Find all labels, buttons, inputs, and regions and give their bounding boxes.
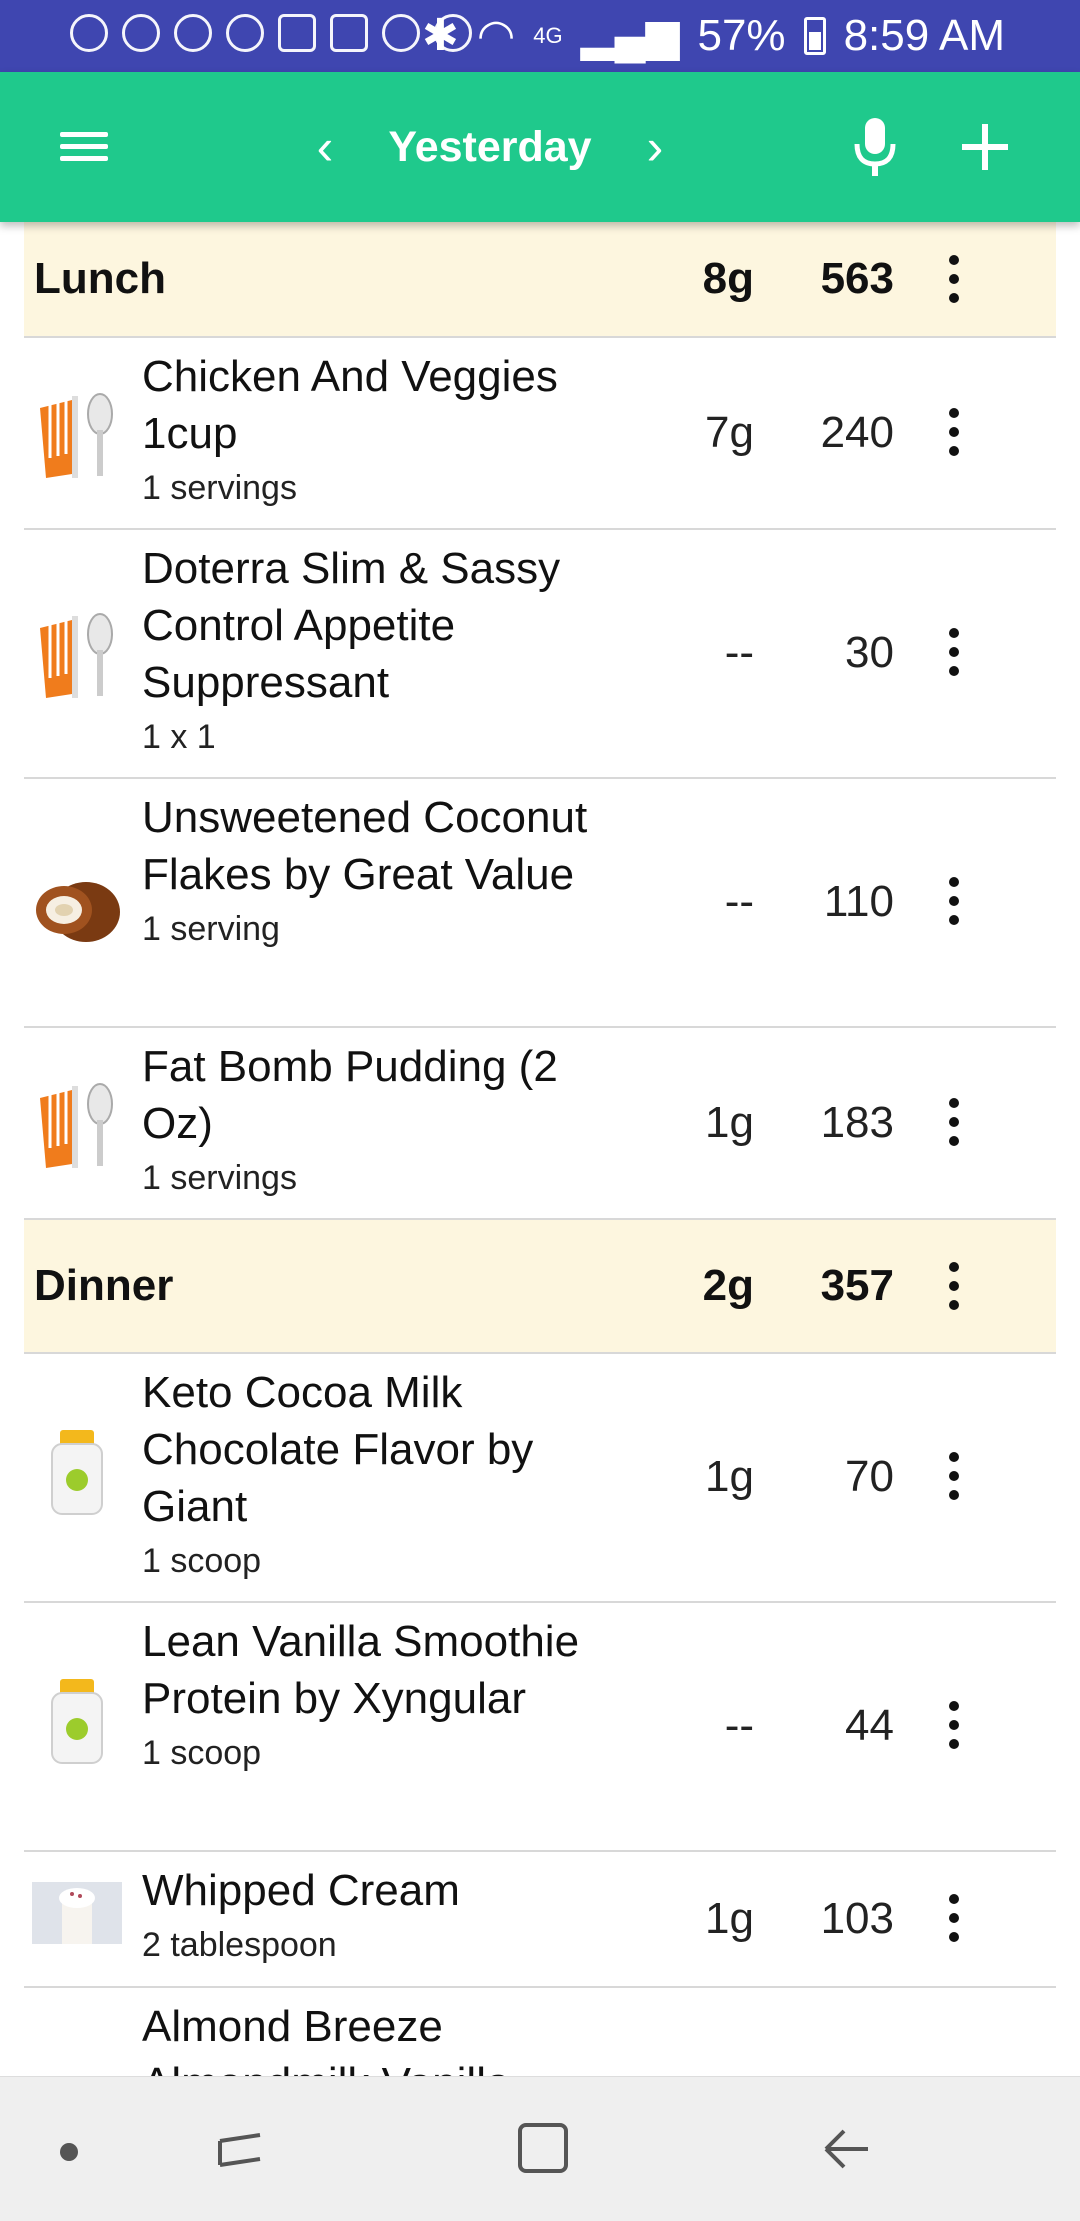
supplement-bottle-icon bbox=[51, 1679, 103, 1764]
food-calories: 110 bbox=[823, 877, 894, 926]
more-options-icon[interactable] bbox=[948, 1894, 960, 1942]
food-serving: 1 scoop bbox=[142, 1734, 262, 1772]
clock: 8:59 AM bbox=[843, 10, 1005, 60]
utensils-icon bbox=[40, 393, 113, 478]
coconut-icon bbox=[36, 882, 120, 942]
food-carbs: -- bbox=[724, 877, 754, 926]
food-item[interactable]: Doterra Slim & Sassy Control Appetite Su… bbox=[24, 530, 1056, 779]
network-type: 4G bbox=[533, 22, 563, 48]
food-name: Keto Cocoa Milk Chocolate Flavor by Gian… bbox=[142, 1368, 534, 1531]
food-name: Doterra Slim & Sassy Control Appetite Su… bbox=[142, 544, 561, 707]
notification-icon bbox=[174, 14, 212, 52]
bluetooth-icon: ✱ bbox=[421, 11, 459, 60]
more-options-icon[interactable] bbox=[948, 628, 960, 676]
food-carbs: 7g bbox=[705, 408, 754, 457]
food-serving: 2 tablespoon bbox=[142, 1926, 337, 1964]
wifi-icon: ◠ bbox=[476, 11, 516, 60]
meal-title: Dinner bbox=[34, 1261, 174, 1310]
plus-icon[interactable] bbox=[958, 110, 1012, 184]
battery-percent: 57% bbox=[697, 10, 786, 60]
account-icon bbox=[382, 14, 420, 52]
food-serving: 1 x 1 bbox=[142, 718, 216, 756]
food-calories: 70 bbox=[845, 1452, 894, 1501]
back-icon[interactable] bbox=[818, 2121, 874, 2177]
notification-icon bbox=[122, 14, 160, 52]
more-options-icon[interactable] bbox=[948, 1262, 960, 1310]
assistant-dot-icon[interactable] bbox=[60, 2143, 78, 2161]
battery-icon bbox=[803, 16, 826, 55]
food-calories: 30 bbox=[845, 628, 894, 677]
food-item[interactable]: Unsweetened Coconut Flakes by Great Valu… bbox=[24, 779, 1056, 1028]
chevron-left-icon[interactable]: ‹ bbox=[300, 122, 350, 172]
more-options-icon[interactable] bbox=[948, 877, 960, 925]
menu-icon[interactable] bbox=[60, 132, 108, 162]
food-name: Chicken And Veggies 1cup bbox=[142, 352, 558, 458]
food-carbs: -- bbox=[724, 1701, 754, 1750]
meal-carbs: 8g bbox=[702, 254, 754, 303]
food-name: Lean Vanilla Smoothie Protein by Xyngula… bbox=[142, 1617, 580, 1723]
app-bar: ‹ Yesterday › bbox=[0, 72, 1080, 222]
status-bar: ✱ ◠ 4G ▂▄▆ 57% 8:59 AM bbox=[0, 0, 1080, 72]
meal-header-dinner[interactable]: Dinner 2g 357 bbox=[24, 1220, 1056, 1354]
food-calories: 183 bbox=[820, 1098, 894, 1147]
food-calories: 240 bbox=[820, 408, 894, 457]
recent-apps-icon[interactable] bbox=[214, 2125, 266, 2177]
meal-calories: 357 bbox=[820, 1261, 894, 1310]
whipped-cream-photo bbox=[32, 1882, 122, 1944]
food-calories: 44 bbox=[845, 1701, 894, 1750]
food-name: Whipped Cream bbox=[142, 1866, 460, 1915]
fitness-app-icon bbox=[330, 14, 368, 52]
food-serving: 1 servings bbox=[142, 1159, 297, 1197]
more-options-icon[interactable] bbox=[948, 255, 960, 303]
food-calories: 103 bbox=[820, 1894, 894, 1943]
supplement-bottle-icon bbox=[51, 1430, 103, 1515]
food-item[interactable]: Keto Cocoa Milk Chocolate Flavor by Gian… bbox=[24, 1354, 1056, 1603]
chevron-right-icon[interactable]: › bbox=[630, 122, 680, 172]
food-item[interactable]: Lean Vanilla Smoothie Protein by Xyngula… bbox=[24, 1603, 1056, 1852]
calendar-icon bbox=[278, 14, 316, 52]
food-name: Unsweetened Coconut Flakes by Great Valu… bbox=[142, 793, 588, 899]
food-carbs: -- bbox=[724, 628, 754, 677]
food-serving: 1 serving bbox=[142, 910, 280, 948]
more-options-icon[interactable] bbox=[948, 408, 960, 456]
food-carbs: 1g bbox=[705, 1452, 754, 1501]
food-serving: 1 servings bbox=[142, 469, 297, 507]
food-item[interactable]: Chicken And Veggies 1cup 1 servings 7g 2… bbox=[24, 338, 1056, 530]
notification-icon bbox=[226, 14, 264, 52]
utensils-icon bbox=[40, 1083, 113, 1168]
notification-icon bbox=[70, 14, 108, 52]
food-item[interactable]: Fat Bomb Pudding (2 Oz) 1 servings 1g 18… bbox=[24, 1028, 1056, 1220]
food-carbs: 1g bbox=[705, 1894, 754, 1943]
date-navigator: ‹ Yesterday › bbox=[300, 112, 680, 182]
meal-calories: 563 bbox=[820, 254, 894, 303]
meal-title: Lunch bbox=[34, 254, 166, 303]
meal-header-lunch[interactable]: Lunch 8g 563 bbox=[24, 222, 1056, 338]
food-name: Fat Bomb Pudding (2 Oz) bbox=[142, 1042, 558, 1148]
food-log: Lunch 8g 563 Chicken And Veggies 1cup 1 … bbox=[24, 222, 1056, 2108]
meal-carbs: 2g bbox=[702, 1261, 754, 1310]
notification-icons bbox=[70, 14, 472, 52]
microphone-icon[interactable] bbox=[850, 116, 900, 180]
system-navigation-bar bbox=[0, 2076, 1080, 2221]
date-label[interactable]: Yesterday bbox=[388, 123, 591, 172]
food-item[interactable]: Whipped Cream 2 tablespoon 1g 103 bbox=[24, 1852, 1056, 1988]
home-icon[interactable] bbox=[518, 2123, 568, 2173]
food-serving: 1 scoop bbox=[142, 1542, 262, 1580]
utensils-icon bbox=[40, 613, 113, 698]
more-options-icon[interactable] bbox=[948, 1701, 960, 1749]
signal-icon: ▂▄▆ bbox=[580, 11, 680, 60]
food-carbs: 1g bbox=[705, 1098, 754, 1147]
more-options-icon[interactable] bbox=[948, 1452, 960, 1500]
more-options-icon[interactable] bbox=[948, 1098, 960, 1146]
